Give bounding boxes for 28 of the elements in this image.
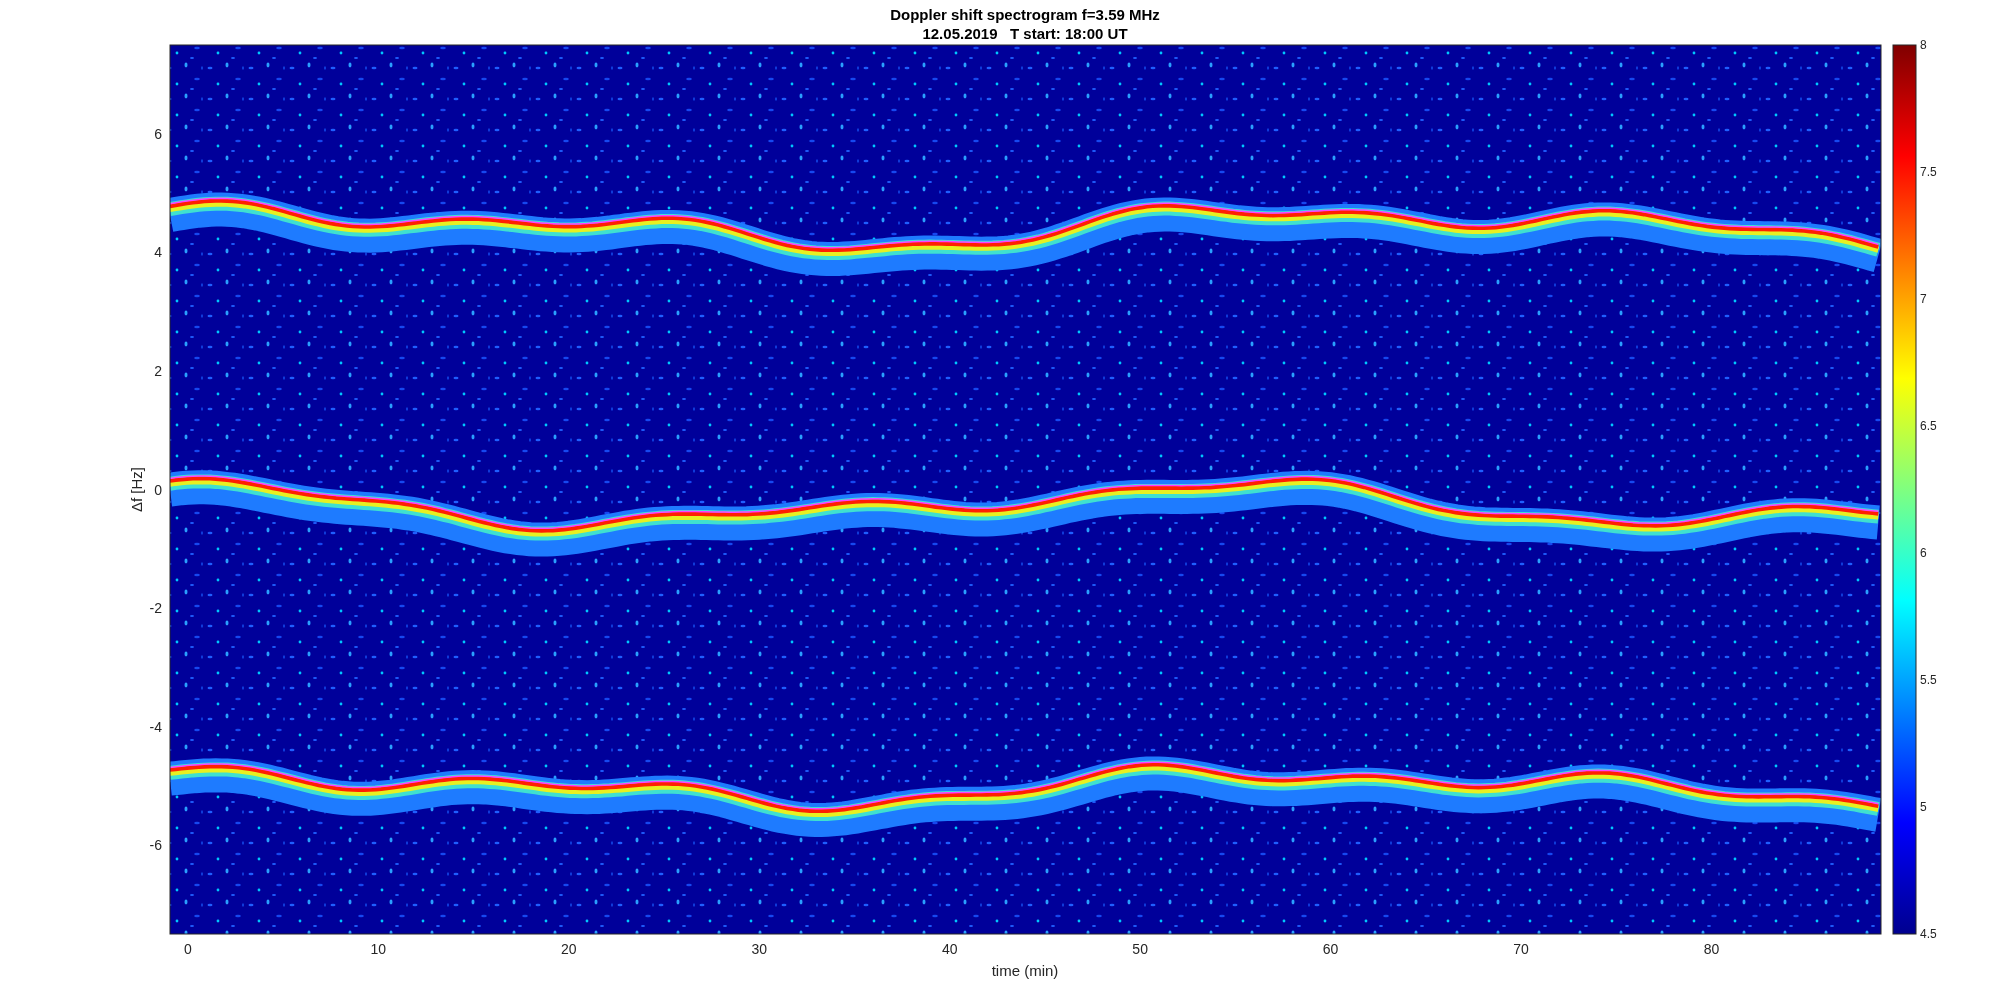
x-axis-label: time (min) [991,962,1059,979]
colorbar-tick-label: 8 [1920,38,1927,52]
x-tick-label: 30 [751,941,768,957]
y-tick-label: -2 [149,600,162,617]
y-tick-label: 6 [154,125,162,142]
colorbar-tick-label: 6 [1920,546,1927,560]
colorbar-tick-label: 7.5 [1920,165,1937,179]
x-tick-label: 60 [1322,941,1339,957]
colorbar-tick-label: 4.5 [1920,927,1937,941]
y-tick-label: 2 [154,362,162,379]
plot-title: 12.05.2019 T start: 18:00 UT [922,25,1128,42]
x-tick-label: 0 [184,941,192,957]
y-tick-label: 0 [154,481,162,498]
x-tick-label: 40 [941,941,958,957]
colorbar-tick-label: 5 [1920,800,1927,814]
y-tick-label: -6 [149,837,162,854]
y-axis-label: Δf [Hz] [128,467,145,512]
x-tick-label: 70 [1513,941,1529,957]
colorbar-tick-label: 7 [1920,292,1927,306]
x-tick-label: 20 [561,941,577,957]
y-tick-label: -4 [149,718,162,735]
colorbar-tick-label: 5.5 [1920,673,1937,687]
colorbar-tick-label: 6.5 [1920,419,1937,433]
plot-title: Doppler shift spectrogram f=3.59 MHz [890,6,1160,23]
x-tick-label: 50 [1132,941,1148,957]
y-tick-label: 4 [154,244,162,261]
x-tick-label: 80 [1703,941,1720,957]
x-tick-label: 10 [370,941,387,957]
